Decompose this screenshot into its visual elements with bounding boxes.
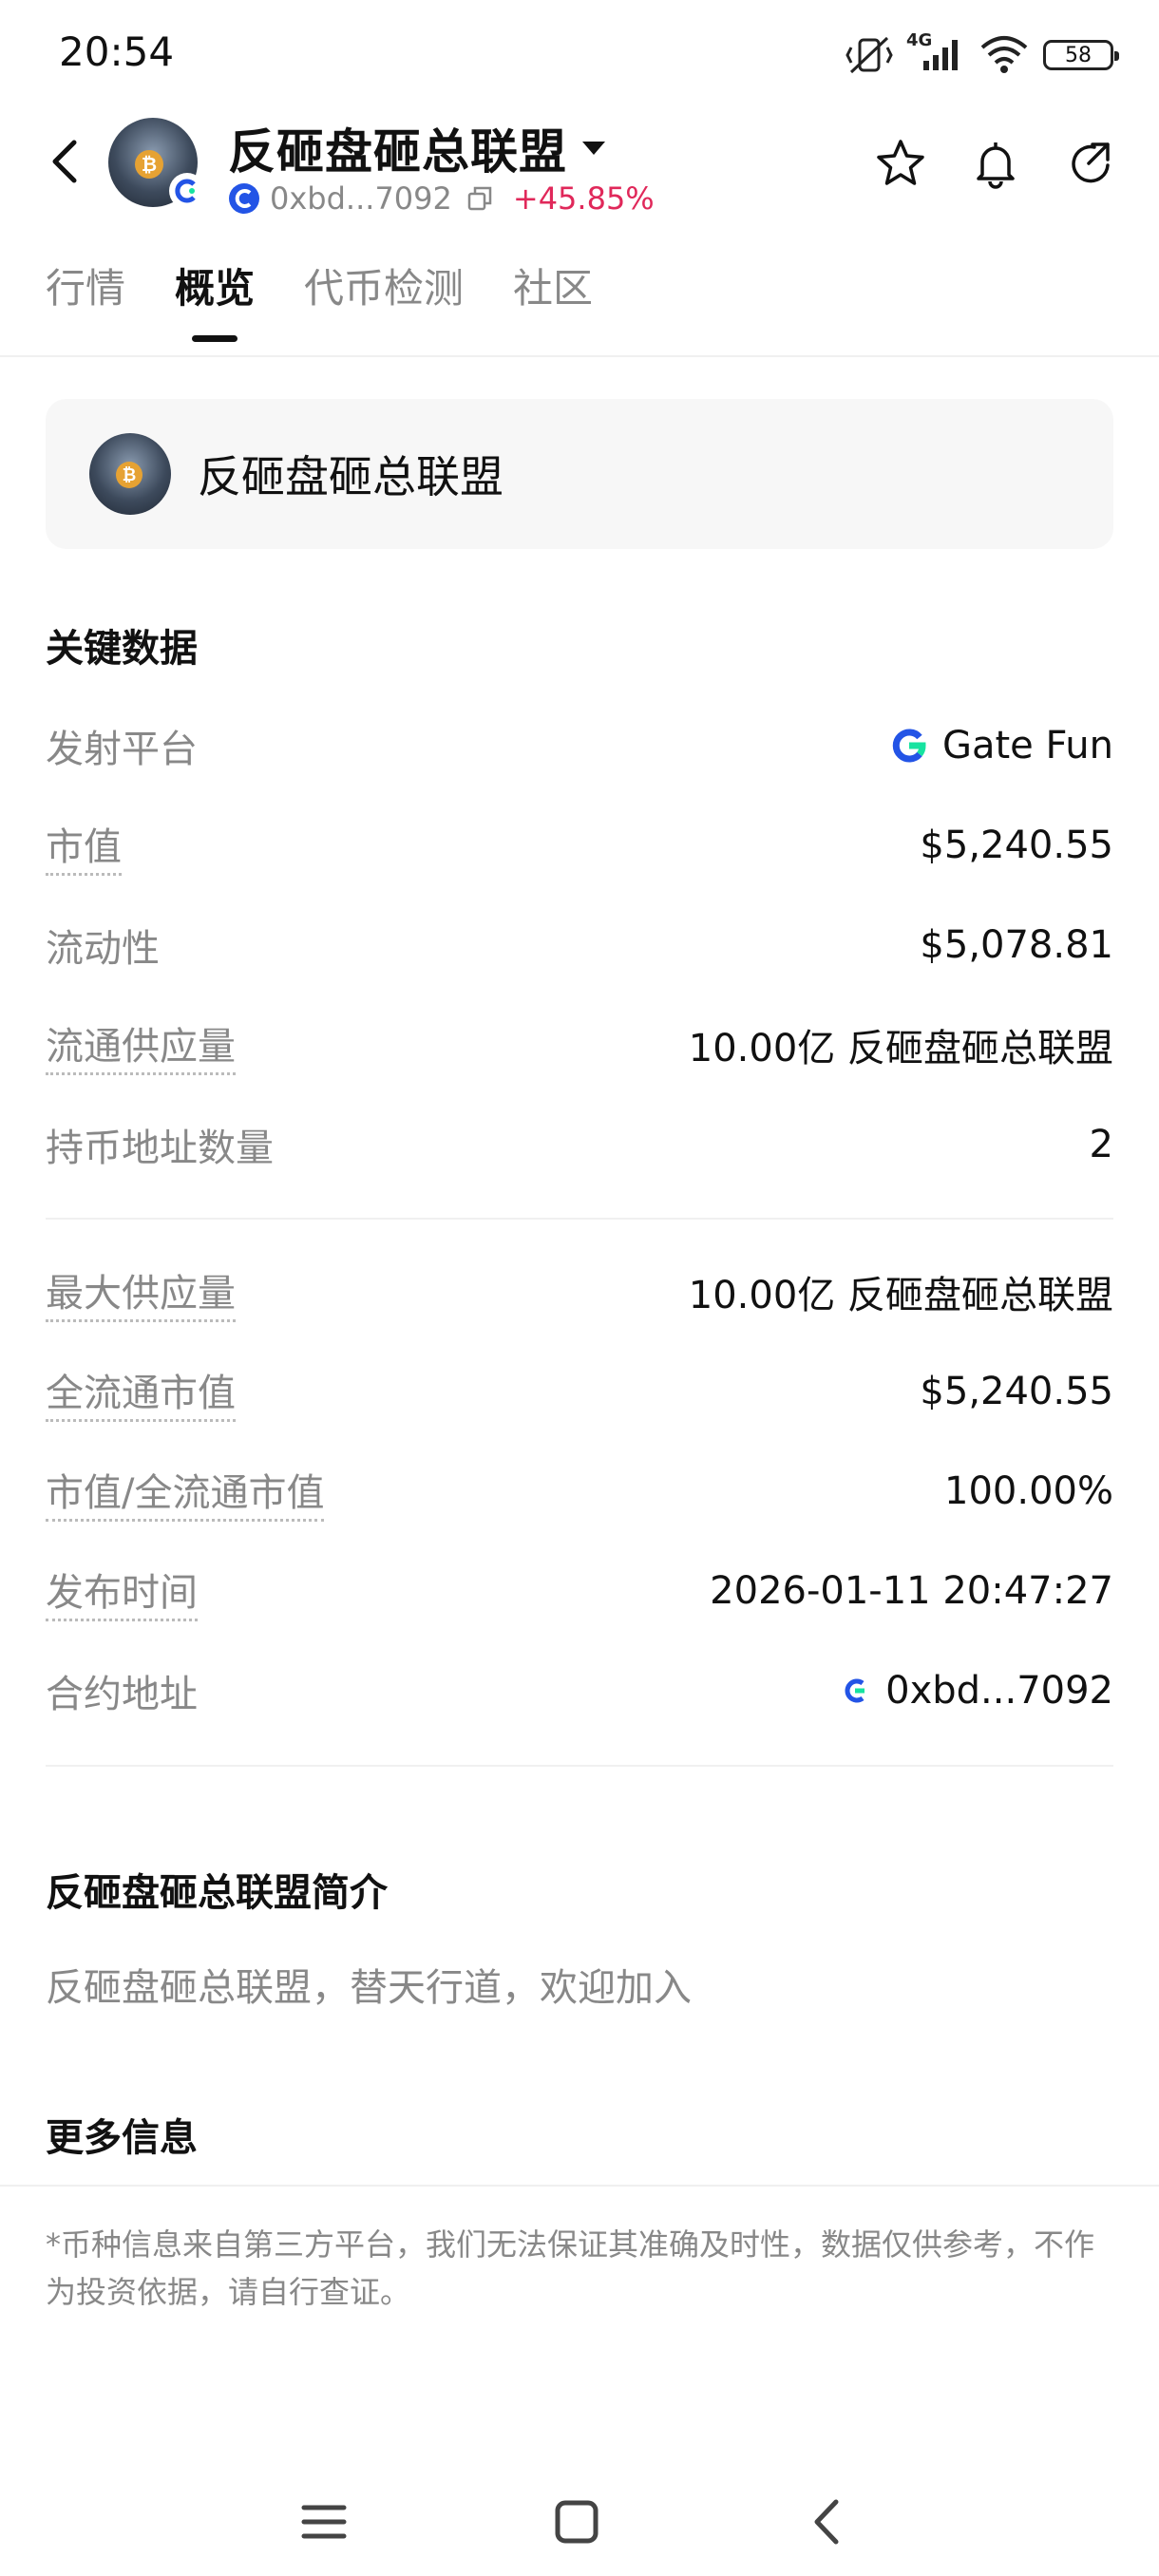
row-value: 2 <box>1089 1123 1113 1166</box>
token-avatar: ₿ <box>108 118 205 209</box>
row-value: 10.00亿 反砸盘砸总联盟 <box>688 1274 1113 1317</box>
wifi-icon <box>980 36 1028 73</box>
copy-icon[interactable] <box>466 184 494 213</box>
contract-address-value: 0xbd...7092 <box>885 1669 1113 1713</box>
back-nav-icon[interactable] <box>796 2489 863 2555</box>
row-max-supply: 最大供应量 10.00亿 反砸盘砸总联盟 <box>46 1259 1113 1325</box>
row-label[interactable]: 发布时间 <box>46 1562 198 1621</box>
row-holders: 持币地址数量 2 <box>46 1111 1113 1178</box>
status-bar: 20:54 4G 58 <box>0 0 1159 104</box>
bitcoin-icon: ₿ <box>135 150 163 179</box>
row-launch-platform: 发射平台 Gate Fun <box>46 712 1113 779</box>
more-info-title: 更多信息 <box>46 2116 198 2160</box>
share-icon[interactable] <box>1064 137 1117 190</box>
gate-chain-icon <box>229 183 259 214</box>
mute-vibrate-icon <box>846 36 893 74</box>
row-value: 10.00亿 反砸盘砸总联盟 <box>688 1027 1113 1070</box>
row-label: 流动性 <box>46 927 160 971</box>
row-fdv: 全流通市值 $5,240.55 <box>46 1358 1113 1425</box>
row-label[interactable]: 市值 <box>46 816 122 876</box>
back-arrow-icon[interactable] <box>38 133 91 190</box>
row-value: $5,240.55 <box>920 824 1113 867</box>
row-value: $5,240.55 <box>920 1370 1113 1413</box>
contract-address: 0xbd...7092 <box>270 180 452 217</box>
tab-overview[interactable]: 概览 <box>175 256 255 342</box>
gate-chain-icon <box>845 1678 865 1703</box>
row-market-cap: 市值 $5,240.55 <box>46 812 1113 879</box>
tab-token-check[interactable]: 代币检测 <box>304 256 464 342</box>
row-label: 发射平台 <box>46 728 198 771</box>
header-actions <box>874 137 1117 190</box>
token-name: 反砸盘砸总联盟 <box>198 451 504 502</box>
tab-market[interactable]: 行情 <box>46 256 125 342</box>
token-header: ₿ 反砸盘砸总联盟 0xbd...7092 +45.85% <box>0 104 1159 228</box>
row-mcap-fdv-ratio: 市值/全流通市值 100.00% <box>46 1458 1113 1525</box>
status-time: 20:54 <box>59 28 175 75</box>
row-label[interactable]: 最大供应量 <box>46 1262 236 1322</box>
row-label[interactable]: 市值/全流通市值 <box>46 1462 325 1522</box>
menu-icon[interactable] <box>291 2489 357 2555</box>
token-title: 反砸盘砸总联盟 <box>228 124 567 180</box>
row-launch-time: 发布时间 2026-01-11 20:47:27 <box>46 1558 1113 1624</box>
tab-bar: 行情 概览 代币检测 社区 <box>46 256 593 342</box>
row-label[interactable]: 流通供应量 <box>46 1015 236 1075</box>
favorite-star-icon[interactable] <box>874 137 927 190</box>
row-value: 2026-01-11 20:47:27 <box>710 1569 1113 1613</box>
bitcoin-icon: ₿ <box>116 462 142 488</box>
section-divider <box>0 2185 1159 2187</box>
row-liquidity: 流动性 $5,078.81 <box>46 912 1113 978</box>
gate-chain-badge-icon <box>169 173 205 209</box>
tab-community[interactable]: 社区 <box>513 256 593 342</box>
token-title-dropdown[interactable]: 反砸盘砸总联盟 <box>228 114 605 182</box>
key-data-title: 关键数据 <box>46 627 198 671</box>
intro-title: 反砸盘砸总联盟简介 <box>46 1871 388 1915</box>
cellular-signal-icon: 4G <box>906 30 965 76</box>
row-contract-address: 合约地址 0xbd...7092 <box>46 1657 1113 1724</box>
price-change: +45.85% <box>512 180 655 217</box>
row-value[interactable]: Gate Fun <box>889 724 1113 767</box>
token-subline: 0xbd...7092 +45.85% <box>228 180 655 217</box>
bell-icon[interactable] <box>969 137 1022 190</box>
battery-level: 58 <box>1065 43 1092 67</box>
disclaimer-text: *币种信息来自第三方平台，我们无法保证其准确及时性，数据仅供参考，不作为投资依据… <box>46 2226 1095 2310</box>
caret-down-icon <box>582 142 605 155</box>
status-icons: 4G 58 <box>846 30 1119 76</box>
system-nav-bar <box>0 2470 1159 2576</box>
token-card: ₿ 反砸盘砸总联盟 <box>46 399 1113 549</box>
row-value[interactable]: 0xbd...7092 <box>838 1669 1113 1713</box>
row-circulating-supply: 流通供应量 10.00亿 反砸盘砸总联盟 <box>46 1012 1113 1078</box>
row-label[interactable]: 全流通市值 <box>46 1362 236 1422</box>
section-divider <box>46 1218 1113 1220</box>
launch-platform-value: Gate Fun <box>941 724 1113 767</box>
tab-divider <box>0 355 1159 357</box>
intro-text: 反砸盘砸总联盟，替天行道，欢迎加入 <box>46 1966 692 2010</box>
token-avatar-small: ₿ <box>89 433 171 515</box>
row-label: 持币地址数量 <box>46 1127 274 1170</box>
row-value: 100.00% <box>944 1469 1113 1513</box>
section-divider <box>46 1765 1113 1767</box>
home-square-icon[interactable] <box>543 2489 610 2555</box>
battery-indicator: 58 <box>1043 40 1119 70</box>
gate-fun-logo-icon <box>892 729 926 763</box>
row-label: 合约地址 <box>46 1673 198 1716</box>
row-value: $5,078.81 <box>920 923 1113 967</box>
